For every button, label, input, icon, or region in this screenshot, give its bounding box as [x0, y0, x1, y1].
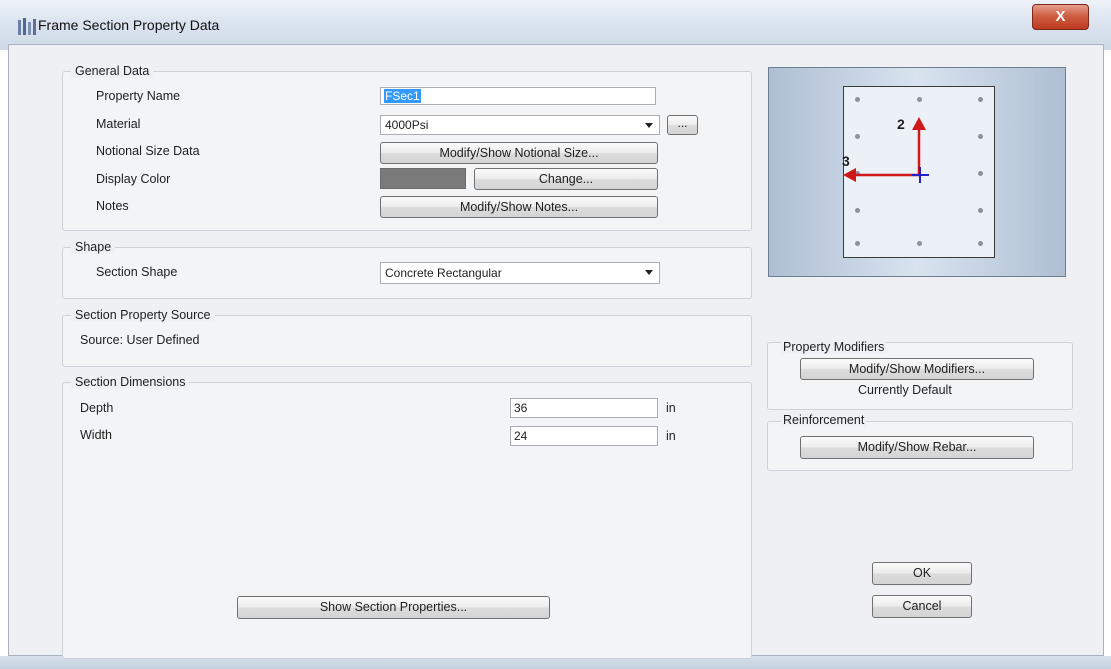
cancel-button[interactable]: Cancel	[872, 595, 972, 618]
material-more-button[interactable]: ...	[667, 115, 698, 135]
section-shape-select[interactable]: Concrete Rectangular	[380, 262, 660, 284]
shape-title: Shape	[71, 240, 116, 254]
axis-2-label: 2	[897, 116, 905, 132]
depth-field[interactable]: 36	[510, 398, 658, 418]
width-field[interactable]: 24	[510, 426, 658, 446]
axis-3-label: 3	[842, 153, 850, 169]
material-select[interactable]: 4000Psi	[380, 115, 660, 135]
section-preview: 2 3	[768, 67, 1066, 277]
material-value: 4000Psi	[385, 118, 429, 132]
section-shape-value: Concrete Rectangular	[385, 266, 502, 280]
notes-label: Notes	[96, 199, 129, 213]
reinforcement-title: Reinforcement	[781, 413, 867, 427]
show-section-properties-button[interactable]: Show Section Properties...	[237, 596, 550, 619]
depth-label: Depth	[80, 401, 114, 415]
property-name-label: Property Name	[96, 89, 181, 103]
material-label: Material	[96, 117, 141, 131]
modify-notional-size-button[interactable]: Modify/Show Notional Size...	[380, 142, 658, 164]
app-icon	[18, 18, 36, 35]
property-name-field[interactable]: FSec1	[380, 87, 656, 105]
notional-size-label: Notional Size Data	[96, 144, 200, 158]
modify-modifiers-button[interactable]: Modify/Show Modifiers...	[800, 358, 1034, 380]
source-text: Source: User Defined	[80, 333, 200, 347]
width-unit: in	[666, 429, 676, 443]
change-color-button[interactable]: Change...	[474, 168, 658, 190]
modifiers-status: Currently Default	[858, 383, 952, 397]
property-modifiers-title: Property Modifiers	[781, 340, 887, 354]
ok-button[interactable]: OK	[872, 562, 972, 585]
close-button[interactable]: X	[1032, 4, 1089, 30]
chevron-down-icon	[645, 270, 653, 275]
property-name-value: FSec1	[384, 89, 421, 103]
section-shape-label: Section Shape	[96, 265, 178, 279]
width-label: Width	[80, 428, 112, 442]
section-property-source-title: Section Property Source	[71, 308, 215, 322]
display-color-swatch	[380, 168, 466, 189]
section-dimensions-title: Section Dimensions	[71, 375, 190, 389]
modify-rebar-button[interactable]: Modify/Show Rebar...	[800, 436, 1034, 459]
general-data-title: General Data	[71, 64, 154, 78]
window-title: Frame Section Property Data	[38, 17, 220, 33]
local-axes-icon	[843, 117, 929, 183]
depth-unit: in	[666, 401, 676, 415]
modify-notes-button[interactable]: Modify/Show Notes...	[380, 196, 658, 218]
chevron-down-icon	[645, 123, 653, 128]
display-color-label: Display Color	[96, 172, 171, 186]
